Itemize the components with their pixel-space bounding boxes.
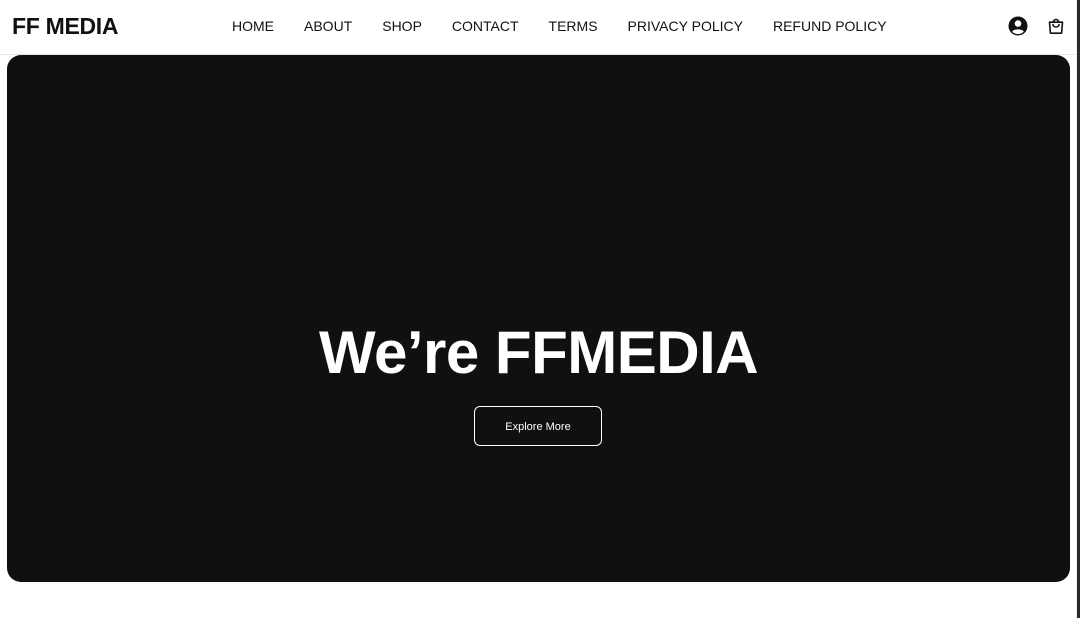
shopping-bag-icon[interactable] bbox=[1046, 16, 1066, 36]
site-header: FF MEDIA HOME ABOUT SHOP CONTACT TERMS P… bbox=[0, 0, 1076, 55]
account-icon[interactable] bbox=[1008, 16, 1028, 36]
nav-item-terms[interactable]: TERMS bbox=[549, 17, 598, 35]
nav-item-home[interactable]: HOME bbox=[232, 17, 274, 35]
hero-banner: We’re FFMEDIA Explore More bbox=[7, 55, 1070, 582]
explore-more-button[interactable]: Explore More bbox=[474, 406, 602, 446]
nav-item-privacy-policy[interactable]: PRIVACY POLICY bbox=[628, 17, 743, 35]
site-logo[interactable]: FF MEDIA bbox=[12, 12, 119, 40]
main-nav: HOME ABOUT SHOP CONTACT TERMS PRIVACY PO… bbox=[232, 17, 887, 35]
nav-item-about[interactable]: ABOUT bbox=[304, 17, 352, 35]
nav-item-refund-policy[interactable]: REFUND POLICY bbox=[773, 17, 887, 35]
hero-title: We’re FFMEDIA bbox=[318, 319, 759, 386]
nav-item-contact[interactable]: CONTACT bbox=[452, 17, 519, 35]
nav-item-shop[interactable]: SHOP bbox=[382, 17, 422, 35]
page: FF MEDIA HOME ABOUT SHOP CONTACT TERMS P… bbox=[0, 0, 1080, 618]
